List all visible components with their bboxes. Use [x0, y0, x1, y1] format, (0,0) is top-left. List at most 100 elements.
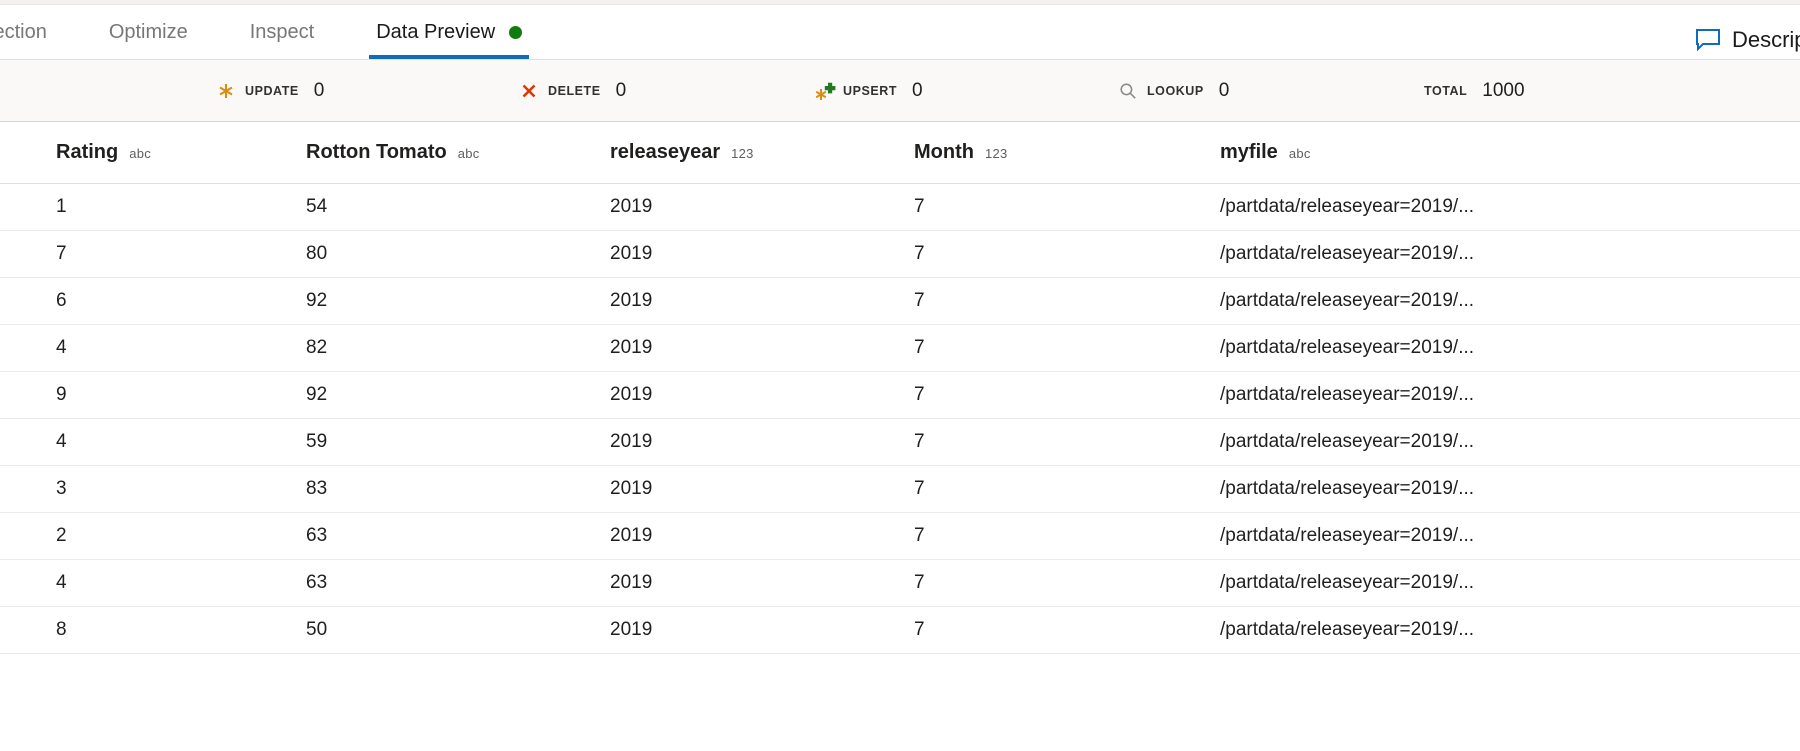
- column-header-label: Month: [914, 141, 974, 163]
- column-header-label: releaseyear: [610, 141, 721, 163]
- table-cell: /partdata/releaseyear=2019/...: [1220, 384, 1475, 405]
- tab-bar: jection Optimize Inspect Data Preview Descr…: [0, 5, 1800, 60]
- table-row[interactable]: 6 92 2019 7/partdata/releaseyear=2019/...: [0, 278, 1800, 325]
- stat-label: DELETE: [548, 83, 601, 98]
- tab-data-preview[interactable]: Data Preview: [345, 5, 553, 59]
- description-label: Description: [1731, 27, 1800, 52]
- stat-value: 0: [1218, 79, 1230, 101]
- table-cell: 7: [914, 619, 925, 640]
- column-type-indicator: abc: [457, 146, 480, 161]
- stat-label: TOTAL: [1424, 83, 1468, 98]
- table-row[interactable]: 8 50 2019 7/partdata/releaseyear=2019/...: [0, 607, 1800, 654]
- column-header-rotton-tomato[interactable]: Rotton Tomato abc: [306, 141, 610, 164]
- table-cell: 7: [914, 384, 925, 405]
- column-header-myfile[interactable]: myfile abc: [1220, 141, 1620, 164]
- table-cell: /partdata/releaseyear=2019/...: [1220, 290, 1475, 311]
- table-cell: /partdata/releaseyear=2019/...: [1220, 196, 1475, 217]
- table-cell: /partdata/releaseyear=2019/...: [1220, 431, 1475, 452]
- table-cell: /partdata/releaseyear=2019/...: [1220, 525, 1475, 546]
- grid-header-row: Rating abc Rotton Tomato abc releaseyear 123 M…: [0, 122, 1800, 184]
- table-row[interactable]: 4 82 2019 7/partdata/releaseyear=2019/...: [0, 325, 1800, 372]
- stat-label: LOOKUP: [1147, 83, 1204, 98]
- table-cell: 7: [914, 525, 925, 546]
- table-cell: 7: [914, 431, 925, 452]
- table-cell: 7: [914, 478, 925, 499]
- tab-jection[interactable]: jection: [0, 5, 78, 59]
- table-cell: 59: [306, 431, 328, 452]
- table-row[interactable]: 7 80 2019 7/partdata/releaseyear=2019/...: [0, 231, 1800, 278]
- column-header-releaseyear[interactable]: releaseyear 123: [610, 141, 914, 164]
- table-cell: 3: [56, 478, 67, 499]
- column-type-indicator: abc: [129, 146, 152, 161]
- table-cell: 2019: [610, 290, 653, 311]
- stat-label: UPDATE: [245, 83, 299, 98]
- table-cell: 2019: [610, 337, 653, 358]
- column-header-label: Rating: [56, 141, 119, 163]
- table-row[interactable]: 2 63 2019 7/partdata/releaseyear=2019/...: [0, 513, 1800, 560]
- table-row[interactable]: 9 92 2019 7/partdata/releaseyear=2019/...: [0, 372, 1800, 419]
- comment-icon: [1695, 28, 1721, 52]
- table-cell: 6: [56, 290, 67, 311]
- table-cell: 7: [914, 196, 925, 217]
- table-cell: /partdata/releaseyear=2019/...: [1220, 619, 1475, 640]
- table-cell: 83: [306, 478, 328, 499]
- stat-value: 1000: [1482, 79, 1525, 101]
- table-cell: 2019: [610, 572, 653, 593]
- table-cell: 2019: [610, 478, 653, 499]
- tab-label: Inspect: [249, 20, 315, 43]
- tab-optimize[interactable]: Optimize: [78, 5, 219, 59]
- table-cell: 2: [56, 525, 67, 546]
- table-cell: 4: [56, 572, 67, 593]
- table-cell: 82: [306, 337, 328, 358]
- column-type-indicator: 123: [731, 146, 754, 161]
- stat-total: TOTAL 1000: [1424, 80, 1525, 102]
- table-cell: 80: [306, 243, 328, 264]
- table-cell: 63: [306, 572, 328, 593]
- table-row[interactable]: 4 59 2019 7/partdata/releaseyear=2019/...: [0, 419, 1800, 466]
- table-cell: /partdata/releaseyear=2019/...: [1220, 572, 1475, 593]
- grid-body: 1 54 2019 7/partdata/releaseyear=2019/... 7 8…: [0, 184, 1800, 654]
- table-cell: 2019: [610, 196, 653, 217]
- description-button[interactable]: Description: [1695, 27, 1800, 53]
- table-cell: 7: [56, 243, 67, 264]
- table-cell: 2019: [610, 525, 653, 546]
- tab-label: Optimize: [108, 20, 188, 43]
- stat-upsert: UPSERT 0: [814, 80, 923, 102]
- stat-label: UPSERT: [843, 83, 898, 98]
- tab-inspect[interactable]: Inspect: [219, 5, 345, 59]
- tab-label: jection: [0, 20, 47, 43]
- asterisk-plus-icon: [814, 81, 836, 101]
- stats-bar: 00UPDATE0DELETE0UPSERT0LOOKUP0TOTAL1000: [0, 60, 1800, 122]
- table-cell: 7: [914, 243, 925, 264]
- column-header-label: myfile: [1220, 141, 1278, 163]
- table-cell: 7: [914, 572, 925, 593]
- table-cell: /partdata/releaseyear=2019/...: [1220, 243, 1475, 264]
- table-row[interactable]: 3 83 2019 7/partdata/releaseyear=2019/...: [0, 466, 1800, 513]
- column-type-indicator: abc: [1288, 146, 1311, 161]
- table-cell: 50: [306, 619, 328, 640]
- stat-update: UPDATE 0: [216, 80, 324, 102]
- table-cell: 1: [56, 196, 67, 217]
- table-cell: 54: [306, 196, 328, 217]
- data-grid: Rating abc Rotton Tomato abc releaseyear 123 M…: [0, 122, 1800, 654]
- table-cell: 4: [56, 337, 67, 358]
- stat-value: 0: [615, 79, 627, 101]
- column-header-label: Rotton Tomato: [306, 141, 447, 163]
- table-cell: 92: [306, 384, 328, 405]
- status-dot-icon: [509, 25, 523, 39]
- table-cell: 2019: [610, 619, 653, 640]
- stat-delete: DELETE 0: [519, 80, 626, 102]
- table-cell: 4: [56, 431, 67, 452]
- tab-label: Data Preview: [376, 20, 496, 43]
- stat-value: 0: [912, 79, 923, 101]
- table-cell: 92: [306, 290, 328, 311]
- table-cell: 2019: [610, 384, 653, 405]
- table-cell: /partdata/releaseyear=2019/...: [1220, 478, 1475, 499]
- table-row[interactable]: 1 54 2019 7/partdata/releaseyear=2019/...: [0, 184, 1800, 231]
- stat-value: 0: [313, 79, 325, 101]
- column-type-indicator: 123: [984, 146, 1008, 161]
- column-header-rating[interactable]: Rating abc: [0, 141, 306, 164]
- column-header-month[interactable]: Month 123: [914, 141, 1220, 164]
- table-row[interactable]: 4 63 2019 7/partdata/releaseyear=2019/...: [0, 560, 1800, 607]
- table-cell: 2019: [610, 431, 653, 452]
